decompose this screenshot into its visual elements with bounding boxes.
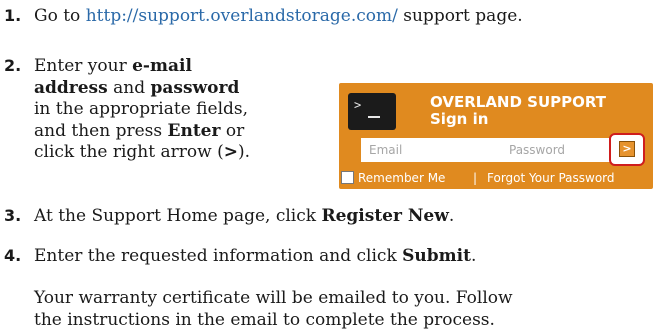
text-segment: support page.: [397, 6, 523, 26]
text-segment: and: [107, 77, 151, 98]
password-field[interactable]: Password: [491, 138, 610, 162]
step-text: Enter your e-mail address and password i…: [34, 56, 250, 164]
address-term: address: [34, 77, 108, 98]
text-segment: At the Support Home page, click: [34, 206, 322, 226]
text-segment: Enter the requested information and clic…: [34, 246, 403, 266]
footer-separator: |: [473, 171, 478, 185]
remember-checkbox[interactable]: [341, 171, 354, 184]
enter-term: Enter: [167, 120, 221, 141]
text-segment: click the right arrow (: [34, 142, 224, 162]
step-text: Enter the requested information and clic…: [34, 246, 476, 268]
step-text: Go to http://support.overlandstorage.com…: [34, 6, 523, 28]
text-line: and then press Enter or: [34, 121, 250, 143]
signin-widget: > OVERLAND SUPPORT Sign in Email Passwor…: [339, 83, 653, 189]
widget-subtitle: Sign in: [430, 110, 489, 128]
step-number: 1.: [4, 6, 22, 25]
note-text: Your warranty certificate will be emaile…: [34, 288, 513, 331]
remember-label[interactable]: Remember Me: [358, 169, 445, 187]
text-line: Enter your e-mail: [34, 56, 250, 78]
terminal-icon: >: [348, 93, 396, 130]
text-line: in the appropriate fields,: [34, 99, 249, 119]
text-segment: ).: [237, 142, 251, 162]
text-segment: .: [448, 206, 455, 226]
submit-term: Submit: [402, 246, 471, 266]
support-link[interactable]: http://support.overlandstorage.com/: [86, 6, 398, 26]
text-segment: and then press: [34, 120, 168, 141]
step-number: 4.: [4, 246, 22, 265]
step-text: At the Support Home page, click Register…: [34, 206, 454, 228]
arrow-glyph: >: [223, 142, 238, 162]
email-term: e-mail: [132, 56, 192, 76]
register-term: Register New: [321, 206, 449, 226]
submit-arrow-button[interactable]: >: [619, 141, 635, 157]
submit-highlight: >: [609, 133, 645, 166]
note-line: the instructions in the email to complet…: [34, 309, 495, 330]
step-number: 3.: [4, 206, 22, 225]
text-segment: Go to: [34, 6, 86, 26]
text-segment: .: [470, 246, 477, 266]
text-segment: or: [220, 120, 245, 141]
text-line: address and password: [34, 78, 250, 100]
email-field[interactable]: Email: [361, 138, 493, 162]
note-line: Your warranty certificate will be emaile…: [34, 288, 513, 308]
forgot-password-link[interactable]: Forgot Your Password: [487, 169, 615, 187]
step-number: 2.: [4, 56, 22, 75]
text-segment: Enter your: [34, 56, 133, 76]
text-line: click the right arrow (>).: [34, 142, 250, 164]
password-term: password: [150, 77, 240, 98]
widget-title: OVERLAND SUPPORT: [430, 93, 606, 111]
